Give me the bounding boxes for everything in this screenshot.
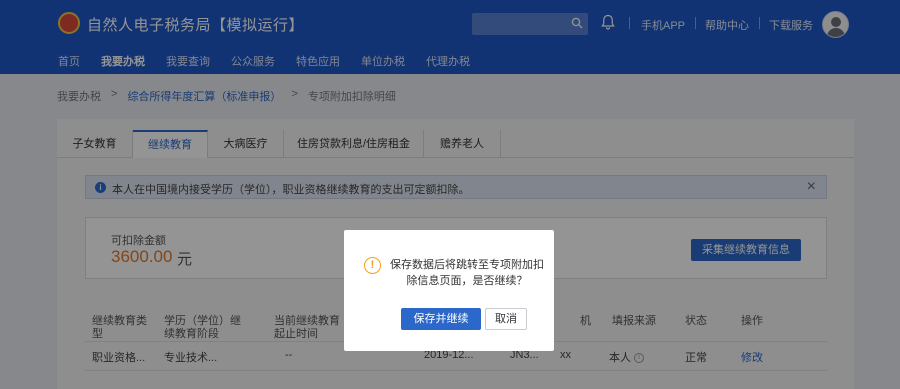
- confirm-dialog: ! 保存数据后将跳转至专项附加扣除信息页面，是否继续？ 保存并继续 取消: [344, 230, 554, 351]
- dialog-message: 保存数据后将跳转至专项附加扣除信息页面，是否继续？: [390, 259, 544, 287]
- warning-icon: !: [364, 257, 381, 274]
- cancel-button[interactable]: 取消: [485, 308, 527, 330]
- save-continue-button[interactable]: 保存并继续: [401, 308, 481, 330]
